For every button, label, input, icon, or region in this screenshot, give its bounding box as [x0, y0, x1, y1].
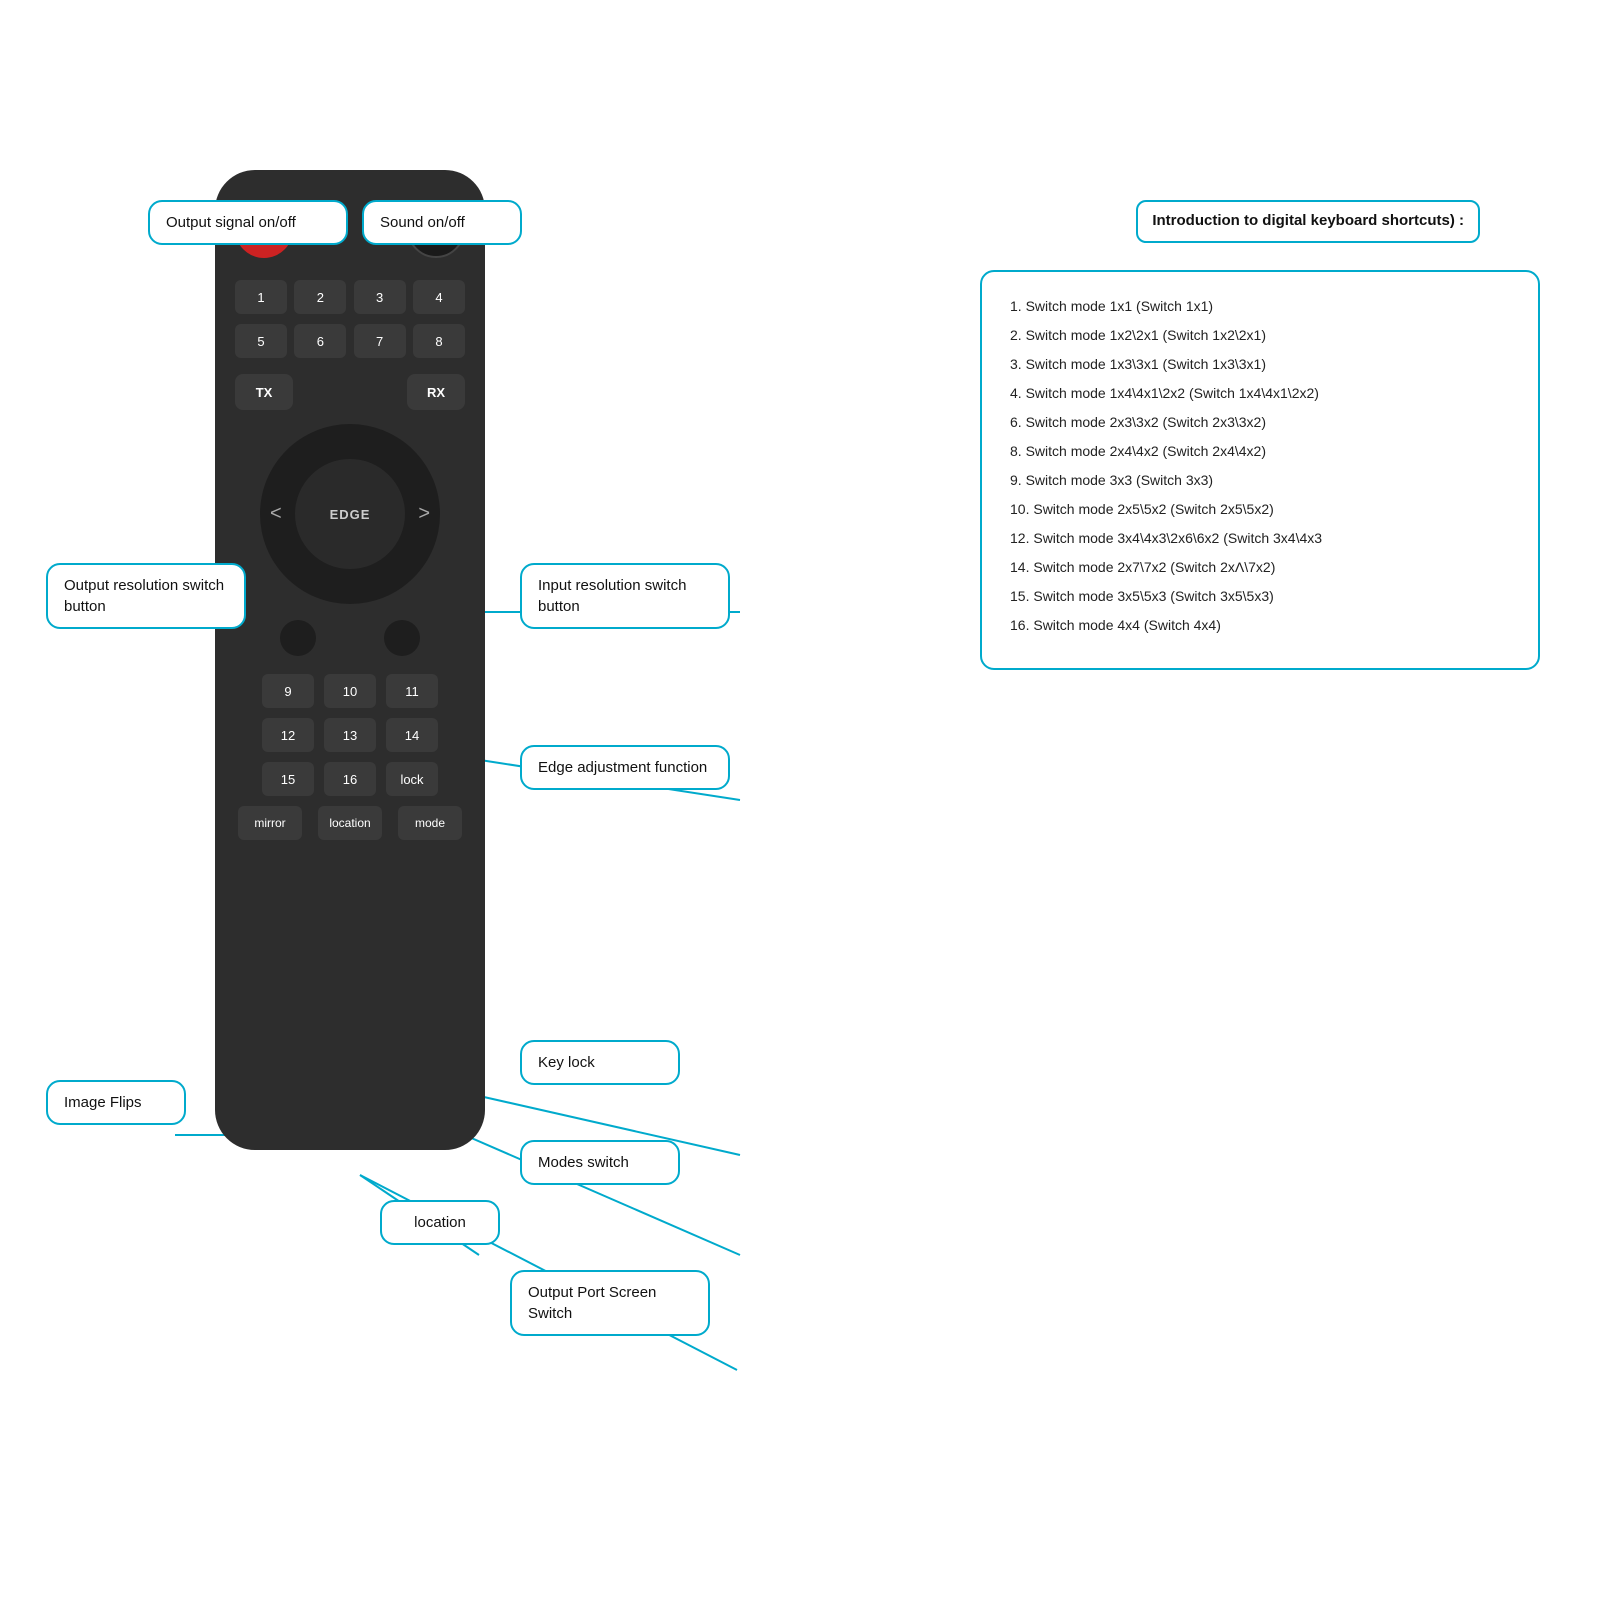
dots-row	[280, 620, 420, 656]
shortcut-item-7: 10. Switch mode 2x5\5x2 (Switch 2x5\5x2)	[1010, 499, 1510, 520]
num-btn-4[interactable]: 4	[413, 280, 465, 314]
num-btn-10[interactable]: 10	[324, 674, 376, 708]
num-btn-12[interactable]: 12	[262, 718, 314, 752]
shortcut-item-11: 16. Switch mode 4x4 (Switch 4x4)	[1010, 615, 1510, 636]
remote-control: ⏻ 🔇 1 2 3 4 5 6 7 8 TX RX <	[215, 170, 485, 1150]
dot-right	[384, 620, 420, 656]
shortcut-item-4: 6. Switch mode 2x3\3x2 (Switch 2x3\3x2)	[1010, 412, 1510, 433]
num-btn-11[interactable]: 11	[386, 674, 438, 708]
num-btn-8[interactable]: 8	[413, 324, 465, 358]
nav-edge-label: EDGE	[330, 507, 371, 522]
nav-left-arrow[interactable]: <	[270, 503, 282, 526]
callout-edge-adjustment: Edge adjustment function	[520, 745, 730, 790]
num-btn-16[interactable]: 16	[324, 762, 376, 796]
shortcut-item-8: 12. Switch mode 3x4\4x3\2x6\6x2 (Switch …	[1010, 528, 1510, 549]
shortcut-item-2: 3. Switch mode 1x3\3x1 (Switch 1x3\3x1)	[1010, 354, 1510, 375]
num-btn-9[interactable]: 9	[262, 674, 314, 708]
tx-rx-row: TX RX	[235, 374, 465, 410]
shortcuts-list: 1. Switch mode 1x1 (Switch 1x1) 2. Switc…	[1010, 296, 1510, 636]
callout-modes-switch: Modes switch	[520, 1140, 680, 1185]
callout-input-resolution: Input resolution switch button	[520, 563, 730, 629]
shortcuts-title: Introduction to digital keyboard shortcu…	[1152, 212, 1464, 229]
nav-right-arrow[interactable]: >	[418, 503, 430, 526]
lock-button[interactable]: lock	[386, 762, 438, 796]
nav-inner-circle[interactable]: EDGE	[295, 459, 405, 569]
num-btn-13[interactable]: 13	[324, 718, 376, 752]
num-btn-14[interactable]: 14	[386, 718, 438, 752]
shortcuts-title-box: Introduction to digital keyboard shortcu…	[1136, 200, 1480, 243]
shortcut-item-6: 9. Switch mode 3x3 (Switch 3x3)	[1010, 470, 1510, 491]
callout-image-flips: Image Flips	[46, 1080, 186, 1125]
mirror-button[interactable]: mirror	[238, 806, 302, 840]
num-btn-1[interactable]: 1	[235, 280, 287, 314]
callout-output-signal: Output signal on/off	[148, 200, 348, 245]
shortcut-item-1: 2. Switch mode 1x2\2x1 (Switch 1x2\2x1)	[1010, 325, 1510, 346]
action-buttons-row: mirror location mode	[235, 806, 465, 840]
key-lock-text: Key lock	[538, 1054, 595, 1071]
callout-location: location	[380, 1200, 500, 1245]
location-text: location	[414, 1214, 466, 1231]
location-button[interactable]: location	[318, 806, 382, 840]
page-container: ⏻ 🔇 1 2 3 4 5 6 7 8 TX RX <	[0, 0, 1600, 1600]
callout-sound: Sound on/off	[362, 200, 522, 245]
num-row-1-4: 1 2 3 4	[235, 280, 465, 314]
mode-button[interactable]: mode	[398, 806, 462, 840]
num-btn-5[interactable]: 5	[235, 324, 287, 358]
nav-outer-ring: < EDGE >	[260, 424, 440, 604]
num-row-5-8: 5 6 7 8	[235, 324, 465, 358]
num-btn-2[interactable]: 2	[294, 280, 346, 314]
num-btn-15[interactable]: 15	[262, 762, 314, 796]
modes-switch-text: Modes switch	[538, 1154, 629, 1171]
num-row-15-16-lock: 15 16 lock	[235, 762, 465, 796]
shortcut-item-0: 1. Switch mode 1x1 (Switch 1x1)	[1010, 296, 1510, 317]
output-port-text: Output Port Screen Switch	[528, 1284, 656, 1322]
callout-key-lock: Key lock	[520, 1040, 680, 1085]
shortcut-item-9: 14. Switch mode 2x7\7x2 (Switch 2xΛ\7x2)	[1010, 557, 1510, 578]
image-flips-text: Image Flips	[64, 1094, 142, 1111]
shortcut-item-3: 4. Switch mode 1x4\4x1\2x2 (Switch 1x4\4…	[1010, 383, 1510, 404]
input-resolution-text: Input resolution switch button	[538, 577, 686, 615]
shortcut-item-5: 8. Switch mode 2x4\4x2 (Switch 2x4\4x2)	[1010, 441, 1510, 462]
num-btn-3[interactable]: 3	[354, 280, 406, 314]
edge-adjustment-text: Edge adjustment function	[538, 759, 707, 776]
tx-button[interactable]: TX	[235, 374, 293, 410]
shortcuts-box: 1. Switch mode 1x1 (Switch 1x1) 2. Switc…	[980, 270, 1540, 670]
output-resolution-text: Output resolution switch button	[64, 577, 224, 615]
callout-output-port: Output Port Screen Switch	[510, 1270, 710, 1336]
num-btn-7[interactable]: 7	[354, 324, 406, 358]
nav-circle: < EDGE >	[260, 424, 440, 604]
num-btn-6[interactable]: 6	[294, 324, 346, 358]
num-row-12-14: 12 13 14	[235, 718, 465, 752]
callout-output-resolution: Output resolution switch button	[46, 563, 246, 629]
num-row-9-11: 9 10 11	[235, 674, 465, 708]
shortcut-item-10: 15. Switch mode 3x5\5x3 (Switch 3x5\5x3)	[1010, 586, 1510, 607]
rx-button[interactable]: RX	[407, 374, 465, 410]
dot-left	[280, 620, 316, 656]
